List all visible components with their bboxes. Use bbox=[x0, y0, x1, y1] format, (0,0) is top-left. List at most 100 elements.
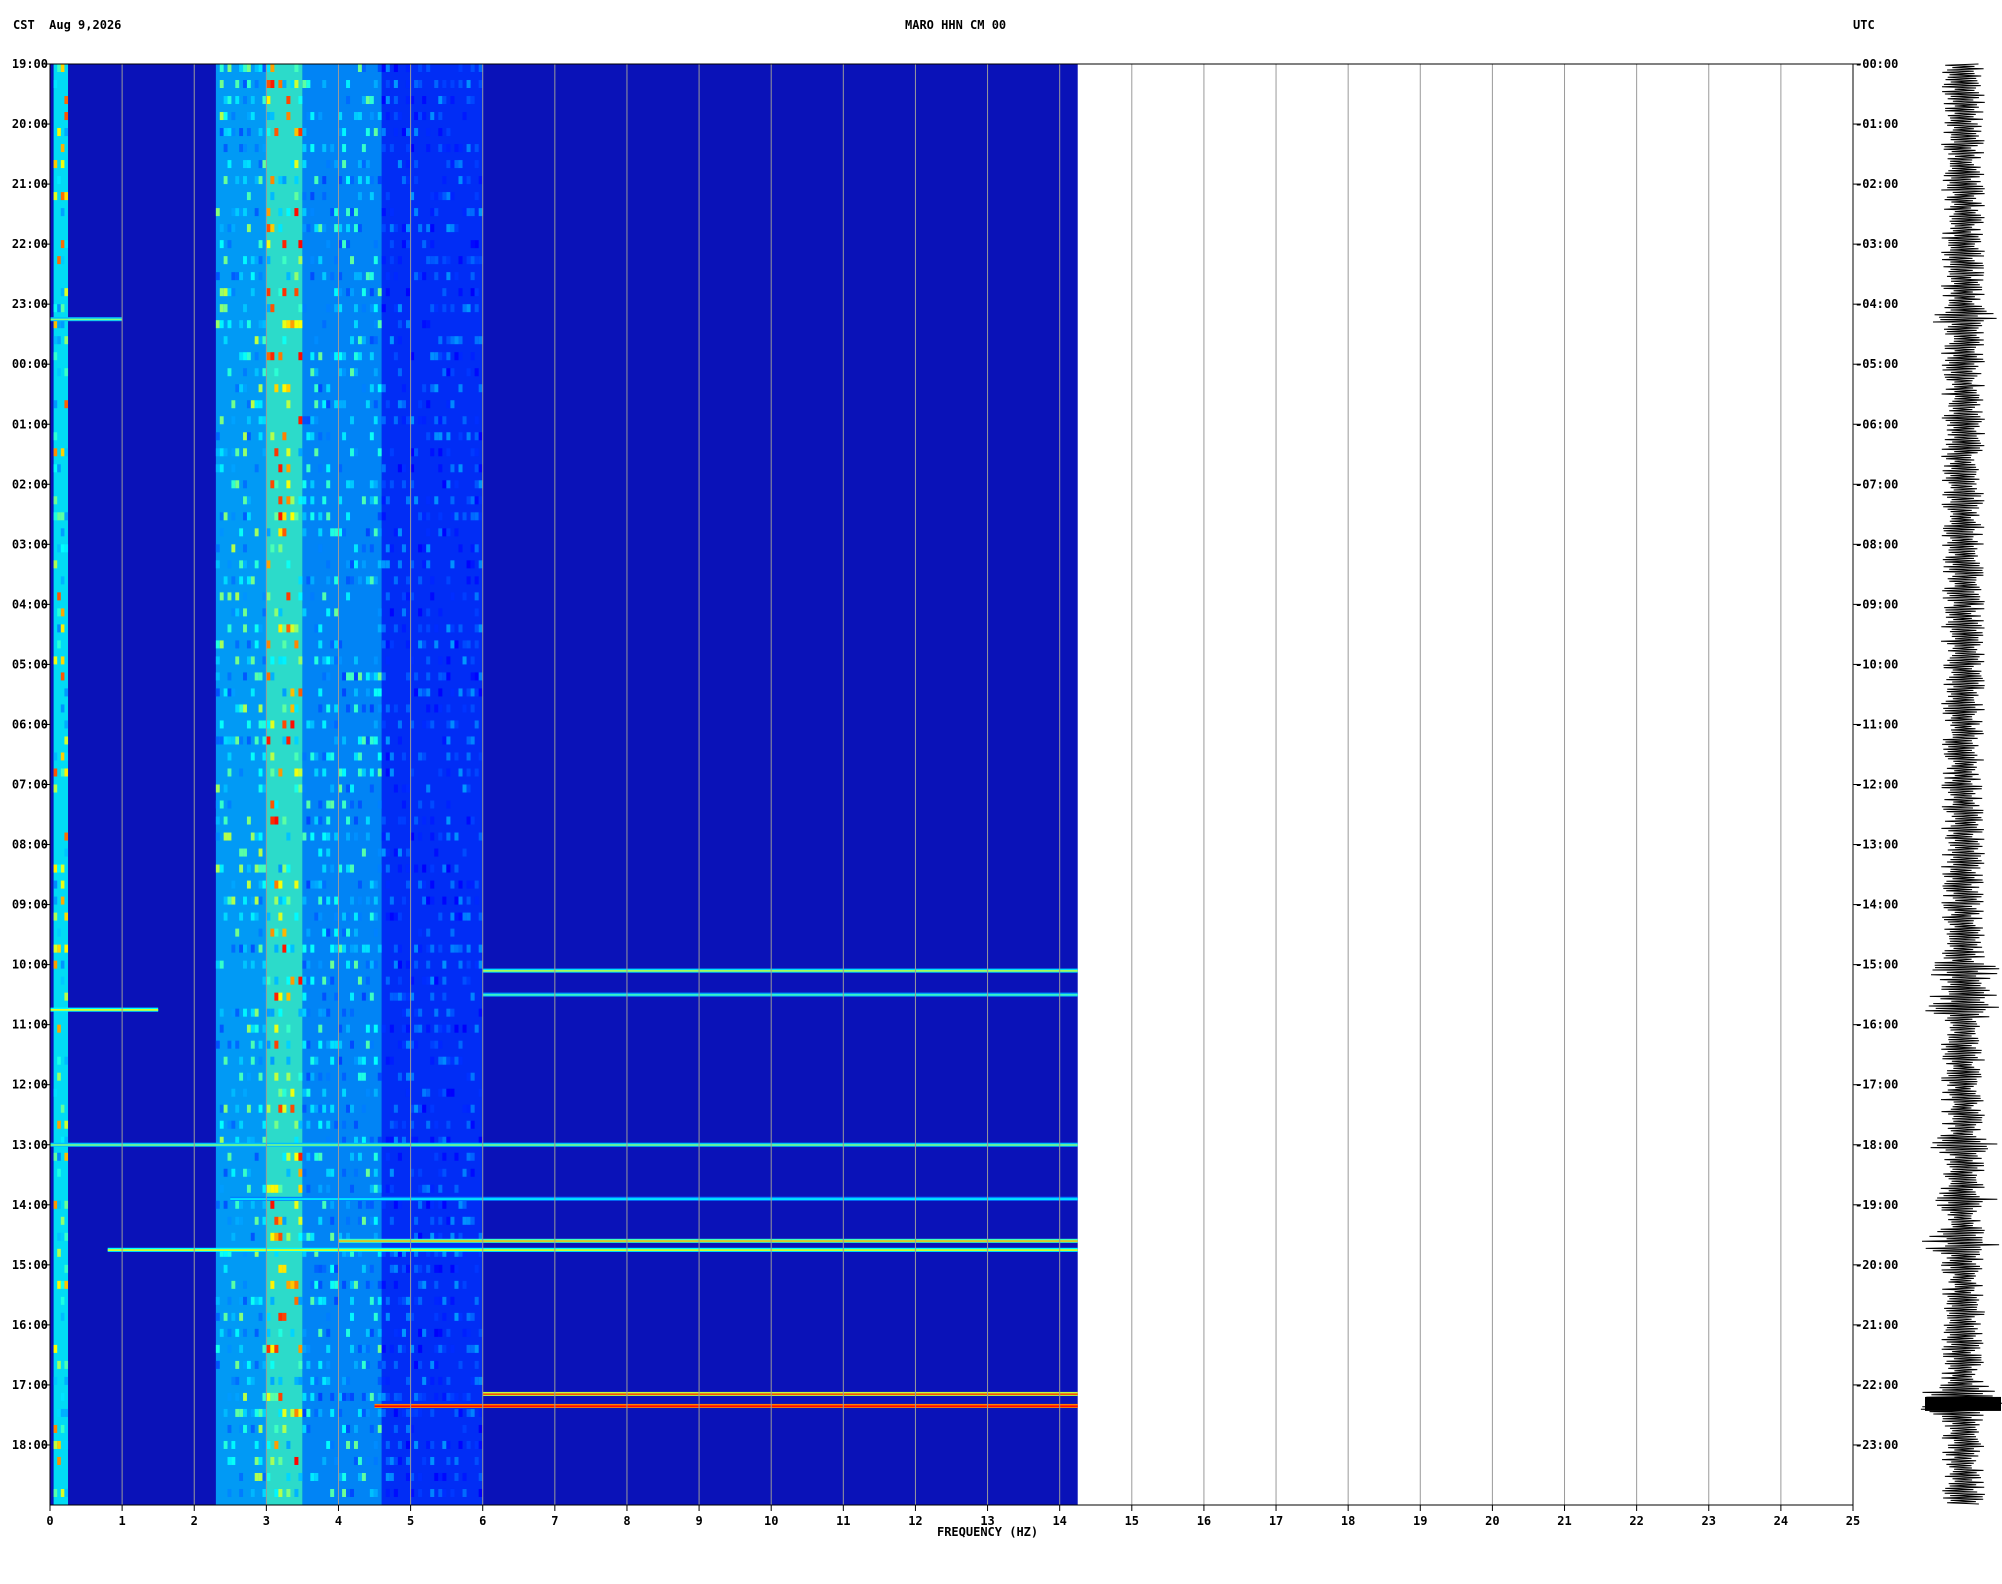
speckle bbox=[60, 1104, 65, 1113]
speckle bbox=[350, 1104, 354, 1113]
speckle bbox=[342, 688, 347, 697]
speckle bbox=[326, 304, 331, 313]
speckle bbox=[418, 1296, 423, 1305]
speckle bbox=[381, 496, 386, 505]
speckle bbox=[223, 336, 228, 345]
speckle bbox=[294, 192, 299, 201]
speckle bbox=[219, 592, 224, 601]
speckle bbox=[223, 1104, 228, 1113]
speckle bbox=[454, 528, 459, 537]
speckle bbox=[239, 528, 244, 537]
speckle bbox=[470, 992, 475, 1001]
speckle bbox=[397, 160, 402, 169]
speckle bbox=[334, 1296, 339, 1305]
speckle bbox=[385, 544, 390, 553]
speckle bbox=[377, 560, 382, 569]
speckle bbox=[442, 144, 447, 153]
speckle bbox=[462, 512, 467, 521]
speckle bbox=[357, 352, 362, 361]
speckle bbox=[361, 944, 366, 953]
speckle bbox=[53, 912, 58, 921]
speckle bbox=[350, 992, 354, 1001]
speckle bbox=[322, 320, 327, 329]
speckle bbox=[365, 1024, 370, 1033]
speckle bbox=[381, 1392, 386, 1401]
speckle bbox=[262, 1440, 267, 1449]
speckle bbox=[377, 848, 382, 857]
speckle bbox=[389, 768, 394, 777]
speckle bbox=[250, 1232, 255, 1241]
speckle bbox=[478, 672, 483, 681]
event-core-8 bbox=[50, 1009, 159, 1011]
speckle bbox=[350, 576, 354, 585]
speckle bbox=[239, 1408, 244, 1417]
speckle bbox=[377, 1344, 382, 1353]
speckle bbox=[298, 1296, 303, 1305]
speckle bbox=[365, 1360, 370, 1369]
speckle bbox=[430, 448, 435, 457]
speckle bbox=[254, 464, 259, 473]
speckle bbox=[369, 480, 374, 489]
speckle bbox=[286, 1152, 291, 1161]
speckle bbox=[438, 128, 443, 137]
speckle bbox=[454, 1184, 459, 1193]
speckle bbox=[322, 880, 327, 889]
speckle bbox=[466, 1072, 471, 1081]
speckle bbox=[254, 1024, 259, 1033]
speckle bbox=[474, 144, 479, 153]
speckle bbox=[397, 1040, 402, 1049]
speckle bbox=[278, 1104, 283, 1113]
speckle bbox=[458, 1056, 463, 1065]
speckle bbox=[318, 512, 323, 521]
speckle bbox=[462, 1424, 467, 1433]
speckle bbox=[298, 592, 303, 601]
speckle bbox=[454, 1280, 459, 1289]
speckle bbox=[266, 640, 271, 649]
speckle bbox=[60, 880, 65, 889]
speckle bbox=[454, 1264, 459, 1273]
speckle bbox=[442, 1392, 447, 1401]
speckle bbox=[243, 560, 247, 569]
speckle bbox=[250, 960, 255, 969]
speckle bbox=[318, 912, 323, 921]
speckle bbox=[454, 864, 459, 873]
speckle bbox=[401, 896, 406, 905]
speckle bbox=[422, 1376, 427, 1385]
speckle bbox=[298, 1376, 303, 1385]
speckle bbox=[294, 64, 299, 73]
speckle bbox=[53, 784, 58, 793]
speckle bbox=[314, 384, 319, 393]
speckle bbox=[442, 1024, 447, 1033]
speckle bbox=[314, 1296, 319, 1305]
speckle bbox=[306, 960, 311, 969]
speckle bbox=[310, 880, 315, 889]
speckle bbox=[239, 912, 244, 921]
speckle bbox=[434, 1264, 439, 1273]
speckle bbox=[250, 912, 255, 921]
speckle bbox=[418, 512, 423, 521]
speckle bbox=[426, 1088, 431, 1097]
speckle bbox=[298, 784, 303, 793]
speckle bbox=[450, 400, 455, 409]
y-left-tick-label: 20:00 bbox=[12, 117, 48, 131]
x-tick-label: 14 bbox=[1052, 1514, 1066, 1528]
speckle bbox=[64, 128, 69, 137]
speckle bbox=[322, 672, 327, 681]
speckle bbox=[53, 496, 58, 505]
speckle bbox=[64, 992, 69, 1001]
speckle bbox=[369, 784, 374, 793]
speckle bbox=[326, 816, 331, 825]
speckle bbox=[266, 672, 271, 681]
speckle bbox=[350, 1296, 354, 1305]
speckle bbox=[466, 1408, 471, 1417]
speckle bbox=[246, 496, 251, 505]
speckle bbox=[322, 496, 327, 505]
speckle bbox=[422, 416, 427, 425]
speckle bbox=[235, 1328, 240, 1337]
speckle bbox=[60, 1280, 65, 1289]
speckle bbox=[298, 1184, 303, 1193]
speckle bbox=[442, 80, 447, 89]
speckle bbox=[243, 144, 247, 153]
speckle bbox=[231, 416, 236, 425]
speckle bbox=[438, 112, 443, 121]
